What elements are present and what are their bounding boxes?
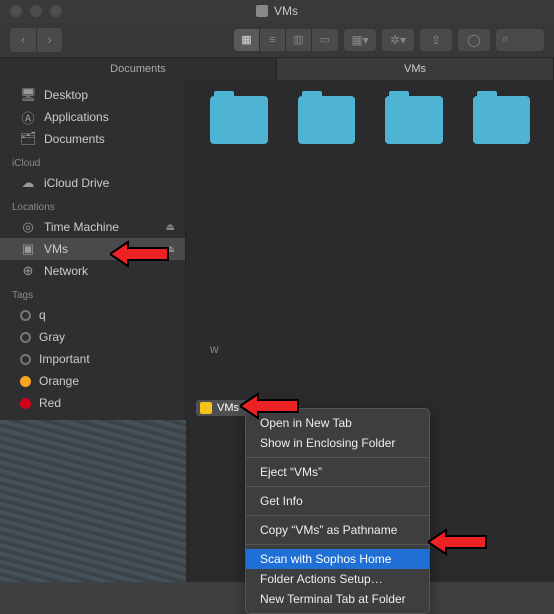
tag-dot-icon [20,332,31,343]
folder-icon[interactable] [473,96,531,144]
ctx-copy-pathname[interactable]: Copy “VMs” as Pathname [246,520,429,540]
arrange-button[interactable]: ▦▾ [344,29,376,51]
minimize-icon[interactable] [30,5,42,17]
tag-dot-icon [20,310,31,321]
back-button[interactable]: ‹ [10,28,36,52]
disk-icon: ◎ [20,219,36,235]
sidebar-label: Gray [39,330,65,344]
ctx-eject[interactable]: Eject “VMs” [246,462,429,482]
sidebar-tag-orange[interactable]: Orange [0,370,185,392]
pathbar-label: VMs [217,402,239,414]
tags-button[interactable]: ◯ [458,29,490,51]
tag-dot-icon [20,398,31,409]
sidebar-item-icloud-drive[interactable]: ☁ iCloud Drive [0,172,185,194]
sidebar-label: Important [39,352,90,366]
ctx-show-enclosing[interactable]: Show in Enclosing Folder [246,433,429,453]
column-view-button[interactable]: ▥ [286,29,312,51]
annotation-arrow [428,528,488,556]
ctx-scan-sophos[interactable]: Scan with Sophos Home [246,549,429,569]
share-button[interactable]: ⇪ [420,29,452,51]
disk-icon: ▣ [20,241,36,257]
folder-icon[interactable] [298,96,356,144]
toolbar: ‹ › ▦ ≡ ▥ ▭ ▦▾ ✲▾ ⇪ ◯ ⌕ [0,22,554,58]
sidebar-tag-q[interactable]: q [0,304,185,326]
tab-documents[interactable]: Documents [0,58,277,80]
annotation-arrow [240,392,300,420]
volume-icon [200,402,212,414]
window-title-text: VMs [274,4,298,18]
sidebar-label: iCloud Drive [44,176,109,190]
separator [246,457,429,458]
sidebar-tag-important[interactable]: Important [0,348,185,370]
sidebar-label: VMs [44,242,68,256]
cloud-icon: ☁ [20,175,36,191]
tab-vms[interactable]: VMs [277,58,554,80]
sidebar-header-icloud: iCloud [0,154,185,172]
desktop-icon: 🖥 [20,87,36,103]
stray-label: w [210,342,219,356]
nav-back-forward: ‹ › [10,28,62,52]
ctx-terminal-tab[interactable]: New Terminal Tab at Folder [246,589,429,609]
folder-grid [186,80,554,160]
separator [246,515,429,516]
eject-icon[interactable]: ⏏ [166,222,175,233]
search-input[interactable]: ⌕ [496,29,544,51]
sidebar-item-time-machine[interactable]: ◎ Time Machine ⏏ [0,216,185,238]
zoom-icon[interactable] [50,5,62,17]
sidebar-label: Desktop [44,88,88,102]
ctx-get-info[interactable]: Get Info [246,491,429,511]
list-view-button[interactable]: ≡ [260,29,286,51]
context-menu: Open in New Tab Show in Enclosing Folder… [245,408,430,614]
separator [246,486,429,487]
sidebar-label: Red [39,396,61,410]
tag-dot-icon [20,354,31,365]
tab-bar: Documents VMs [0,58,554,80]
sidebar-item-applications[interactable]: Ⓐ Applications [0,106,185,128]
titlebar: VMs [0,0,554,22]
gallery-view-button[interactable]: ▭ [312,29,338,51]
sidebar-label: Orange [39,374,79,388]
sidebar-label: Time Machine [44,220,119,234]
sidebar-item-desktop[interactable]: 🖥 Desktop [0,84,185,106]
action-button[interactable]: ✲▾ [382,29,414,51]
applications-icon: Ⓐ [20,108,36,127]
sidebar-label: Documents [44,132,105,146]
annotation-arrow [110,240,170,268]
tag-dot-icon [20,376,31,387]
sidebar-label: Network [44,264,88,278]
close-icon[interactable] [10,5,22,17]
sidebar-label: q [39,308,46,322]
sidebar-header-locations: Locations [0,198,185,216]
network-icon: ⊕ [20,263,36,279]
view-switcher[interactable]: ▦ ≡ ▥ ▭ [234,29,338,51]
sidebar-item-documents[interactable]: 🗂 Documents [0,128,185,150]
separator [246,544,429,545]
sidebar-header-tags: Tags [0,286,185,304]
window-title: VMs [256,4,298,18]
sidebar-tag-gray[interactable]: Gray [0,326,185,348]
icon-view-button[interactable]: ▦ [234,29,260,51]
volume-icon [256,5,268,17]
folder-icon[interactable] [210,96,268,144]
sidebar-label: Applications [44,110,109,124]
folder-icon[interactable] [385,96,443,144]
forward-button[interactable]: › [36,28,62,52]
ctx-folder-actions[interactable]: Folder Actions Setup… [246,569,429,589]
window-controls[interactable] [10,5,62,17]
documents-icon: 🗂 [20,131,36,147]
sidebar-tag-red[interactable]: Red [0,392,185,414]
